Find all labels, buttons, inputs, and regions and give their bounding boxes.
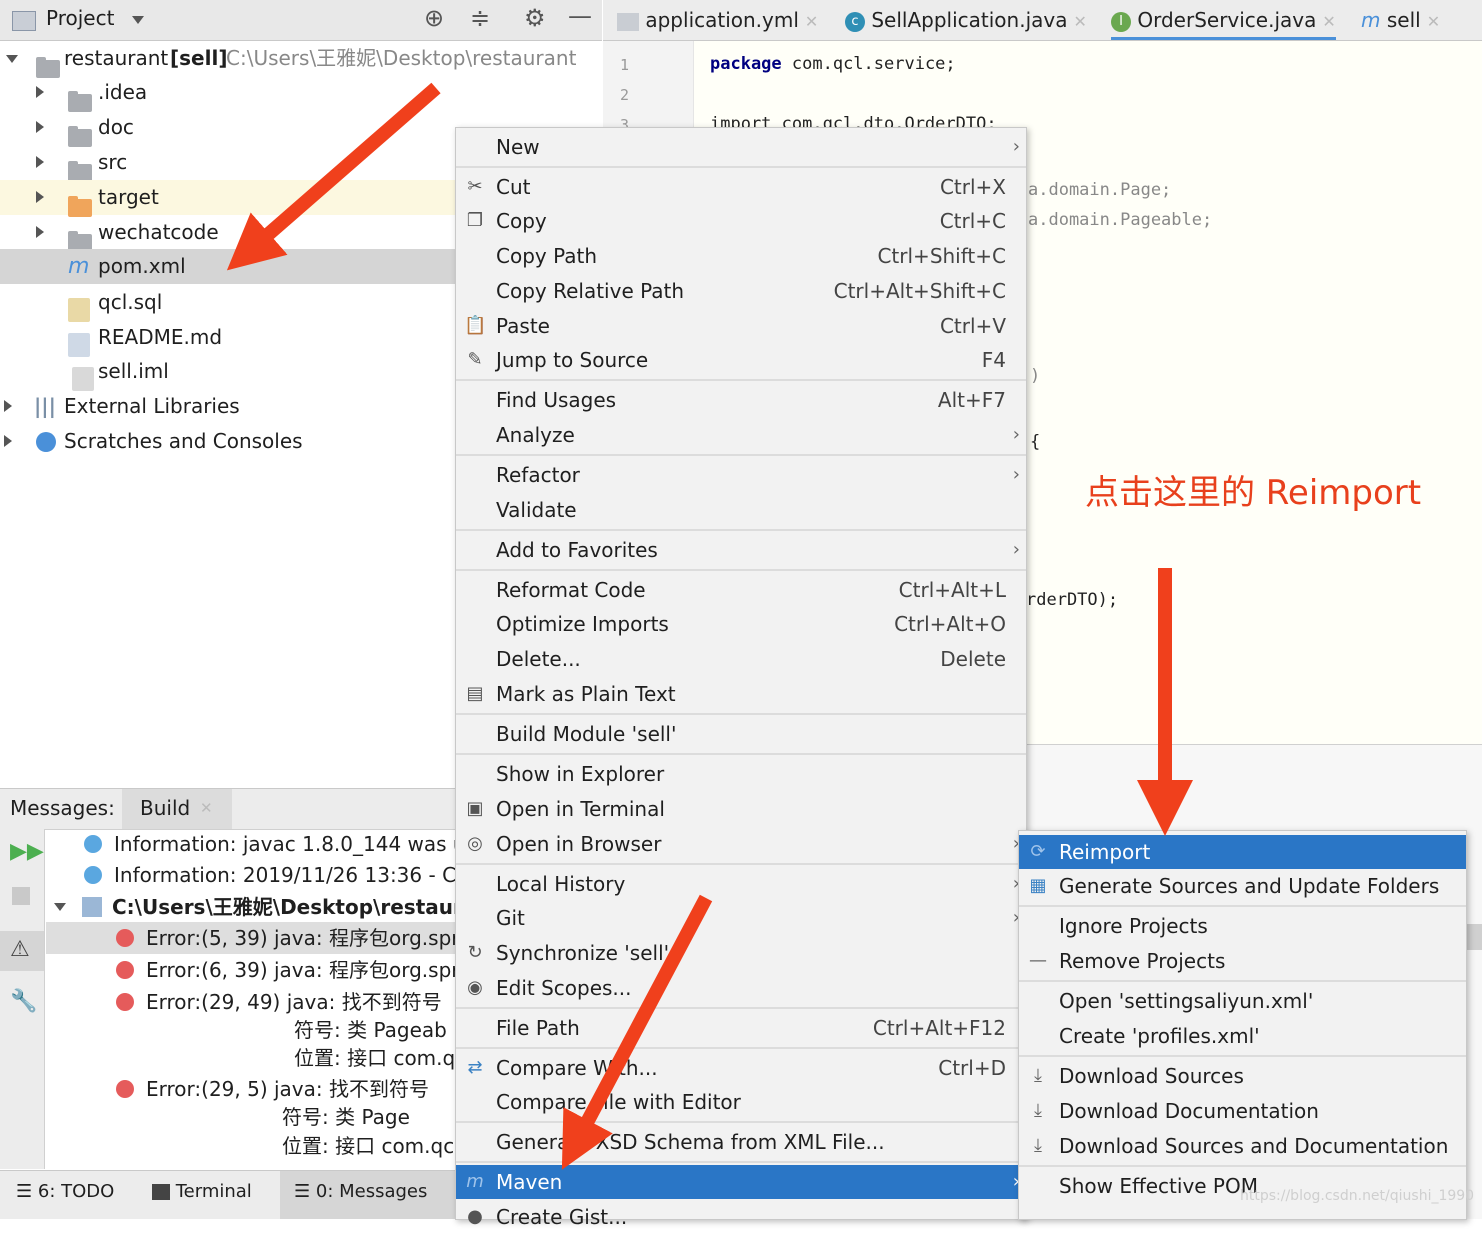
- arrow-to-pom: [226, 82, 441, 271]
- arrow-to-maven: [561, 894, 713, 1170]
- annotation-arrows: [226, 82, 1193, 1170]
